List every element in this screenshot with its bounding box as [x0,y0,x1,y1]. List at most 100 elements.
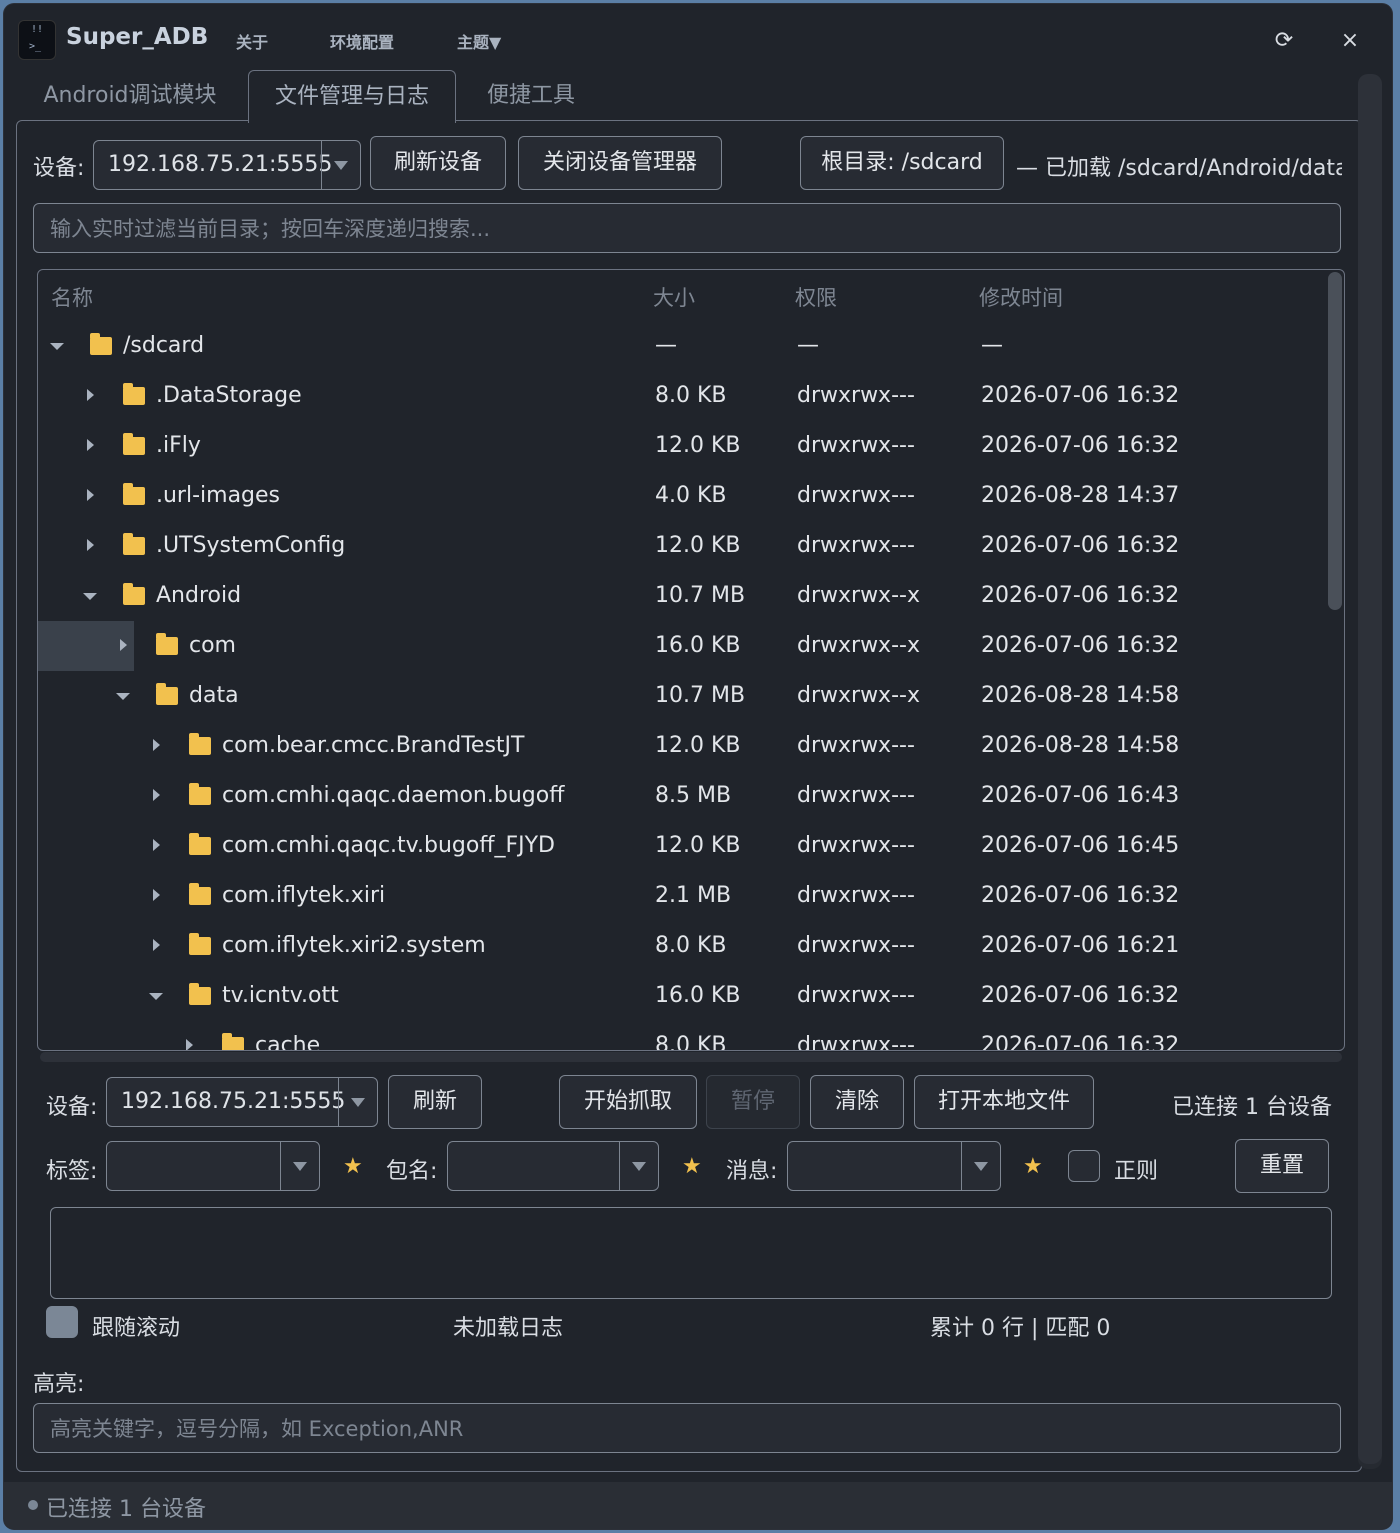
tree-row[interactable]: Android 10.7 MB drwxrwx--x 2026-07-06 16:32 [38,571,1326,621]
row-mtime: 2026-07-06 16:45 [981,833,1180,858]
tree-row[interactable]: .iFly 12.0 KB drwxrwx--- 2026-07-06 16:32 [38,421,1326,471]
tab-android-debug[interactable]: Android调试模块 [24,70,236,122]
folder-icon [189,883,211,905]
regex-checkbox[interactable] [1068,1150,1100,1182]
collapsed-arrow-icon[interactable] [149,871,163,921]
row-mtime: 2026-07-06 16:43 [981,783,1180,808]
file-tree: 名称 大小 权限 修改时间 /sdcard — — — .DataStorage 8.0 … [37,269,1345,1051]
highlight-label: 高亮: [33,1372,85,1397]
tree-row[interactable]: cache 8.0 KB drwxrwx--- 2026-07-06 16:32 [38,1021,1326,1051]
collapsed-arrow-icon[interactable] [149,721,163,771]
device-select[interactable]: 192.168.75.21:5555 [93,140,361,190]
reset-button[interactable]: 重置 [1235,1139,1329,1193]
tree-horizontal-scrollbar[interactable] [40,1052,1342,1062]
tree-row[interactable]: .UTSystemConfig 12.0 KB drwxrwx--- 2026-07-… [38,521,1326,571]
folder-icon [156,683,178,705]
app-title: Super_ADB [66,24,209,50]
tree-row[interactable]: .DataStorage 8.0 KB drwxrwx--- 2026-07-06 1… [38,371,1326,421]
expanded-arrow-icon[interactable] [50,321,64,371]
tree-row[interactable]: com.bear.cmcc.BrandTestJT 12.0 KB drwxrwx-… [38,721,1326,771]
tree-row[interactable]: /sdcard — — — [38,321,1326,371]
row-name: /sdcard [123,333,205,358]
row-permissions: drwxrwx--- [797,833,915,858]
column-name[interactable]: 名称 [51,282,93,312]
log-output-area[interactable] [50,1207,1332,1299]
collapsed-arrow-icon[interactable] [116,621,130,671]
tree-row[interactable]: com 16.0 KB drwxrwx--x 2026-07-06 16:32 [38,621,1326,671]
row-size: 8.0 KB [655,1033,727,1051]
expanded-arrow-icon[interactable] [83,571,97,621]
folder-icon [90,333,112,355]
expanded-arrow-icon[interactable] [149,971,163,1021]
tree-row[interactable]: com.cmhi.qaqc.daemon.bugoff 8.5 MB drwxrwx… [38,771,1326,821]
log-refresh-button[interactable]: 刷新 [388,1075,482,1129]
menu-theme[interactable]: 主题▼ [457,29,501,53]
row-permissions: drwxrwx--- [797,383,915,408]
row-size: 2.1 MB [655,883,732,908]
device-label: 设备: [33,156,85,181]
row-size: 12.0 KB [655,433,741,458]
close-device-manager-button[interactable]: 关闭设备管理器 [518,136,722,190]
row-size: — [655,333,677,358]
package-star-icon[interactable]: ★ [682,1154,702,1179]
tab-file-log[interactable]: 文件管理与日志 [248,70,456,123]
row-name: com [189,633,236,658]
expanded-arrow-icon[interactable] [116,671,130,721]
collapsed-arrow-icon[interactable] [182,1021,196,1050]
row-permissions: drwxrwx--- [797,733,915,758]
pause-button[interactable]: 暂停 [706,1075,800,1129]
folder-icon [189,933,211,955]
open-local-file-button[interactable]: 打开本地文件 [914,1075,1094,1129]
collapsed-arrow-icon[interactable] [149,821,163,871]
root-dir-button[interactable]: 根目录: /sdcard [800,136,1004,190]
collapsed-arrow-icon[interactable] [149,771,163,821]
menu-about[interactable]: 关于 [236,29,268,53]
row-permissions: drwxrwx--x [797,583,920,608]
start-capture-button[interactable]: 开始抓取 [559,1075,697,1129]
tree-row[interactable]: .url-images 4.0 KB drwxrwx--- 2026-08-28 14… [38,471,1326,521]
clear-button[interactable]: 清除 [810,1075,904,1129]
tree-row[interactable]: com.cmhi.qaqc.tv.bugoff_FJYD 12.0 KB drwxr… [38,821,1326,871]
row-name: .DataStorage [156,383,302,408]
tree-row[interactable]: com.iflytek.xiri 2.1 MB drwxrwx--- 2026-07-… [38,871,1326,921]
refresh-icon[interactable]: ⟳ [1267,24,1301,58]
row-permissions: drwxrwx--- [797,433,915,458]
tag-star-icon[interactable]: ★ [343,1154,363,1179]
collapsed-arrow-icon[interactable] [83,421,97,471]
tag-select[interactable] [106,1141,320,1191]
tab-tools[interactable]: 便捷工具 [466,70,596,122]
package-select[interactable] [447,1141,659,1191]
folder-icon [123,483,145,505]
message-star-icon[interactable]: ★ [1023,1154,1043,1179]
collapsed-arrow-icon[interactable] [149,921,163,971]
row-mtime: 2026-08-28 14:58 [981,683,1180,708]
close-icon[interactable]: × [1333,24,1367,58]
collapsed-arrow-icon[interactable] [83,521,97,571]
filter-input[interactable]: 输入实时过滤当前目录；按回车深度递归搜索... [33,203,1341,253]
status-bar: 已连接 1 台设备 [4,1482,1392,1529]
column-size[interactable]: 大小 [653,282,695,312]
highlight-input[interactable]: 高亮关键字，逗号分隔，如 Exception,ANR [33,1403,1341,1453]
chevron-down-icon [619,1142,658,1190]
row-size: 16.0 KB [655,633,741,658]
row-name: com.bear.cmcc.BrandTestJT [222,733,525,758]
message-select[interactable] [787,1141,1001,1191]
folder-icon [123,533,145,555]
tree-row[interactable]: data 10.7 MB drwxrwx--x 2026-08-28 14:58 [38,671,1326,721]
menu-env-config[interactable]: 环境配置 [330,29,394,53]
collapsed-arrow-icon[interactable] [83,371,97,421]
regex-label: 正则 [1114,1159,1159,1184]
page-scrollbar[interactable] [1358,74,1382,1469]
log-device-select[interactable]: 192.168.75.21:5555 [106,1077,378,1127]
column-permissions[interactable]: 权限 [795,282,837,312]
tree-scrollbar[interactable] [1328,272,1342,1044]
tree-row[interactable]: com.iflytek.xiri2.system 8.0 KB drwxrwx---… [38,921,1326,971]
row-mtime: 2026-07-06 16:32 [981,983,1180,1008]
refresh-devices-button[interactable]: 刷新设备 [370,136,506,190]
row-name: com.cmhi.qaqc.tv.bugoff_FJYD [222,833,555,858]
tree-row[interactable]: tv.icntv.ott 16.0 KB drwxrwx--- 2026-07-06 … [38,971,1326,1021]
line-count-text: 累计 0 行 | 匹配 0 [930,1316,1111,1341]
follow-scroll-checkbox[interactable] [46,1306,78,1338]
column-mtime[interactable]: 修改时间 [979,282,1063,312]
collapsed-arrow-icon[interactable] [83,471,97,521]
